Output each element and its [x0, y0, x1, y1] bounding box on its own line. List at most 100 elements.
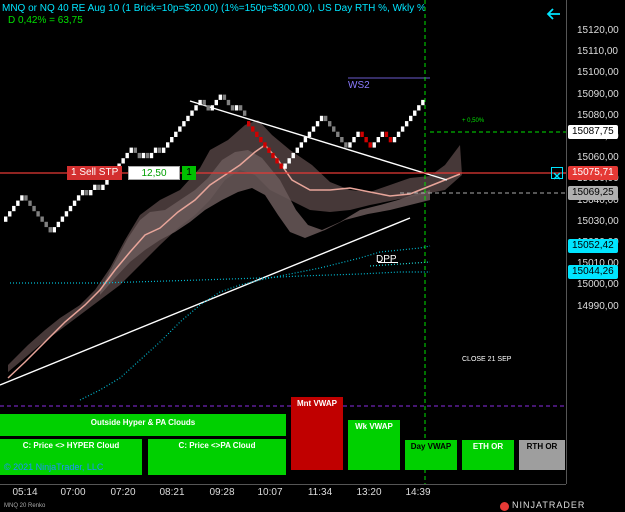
- price-tick-label: 15090,00: [577, 88, 619, 100]
- renko-brick: [190, 110, 194, 116]
- renko-brick: [332, 126, 336, 132]
- lower-trend-line[interactable]: [0, 217, 411, 386]
- time-tick-label: 08:21: [159, 487, 185, 498]
- order-qty-field[interactable]: 1: [182, 166, 196, 180]
- renko-brick: [255, 131, 259, 137]
- time-tick-label: 07:20: [110, 487, 136, 498]
- renko-brick: [392, 137, 397, 143]
- renko-brick: [206, 105, 210, 111]
- cancel-order-icon[interactable]: [551, 167, 563, 180]
- price-tick-label: 15030,00: [577, 215, 619, 227]
- renko-brick: [52, 227, 56, 233]
- time-tick-label: 09:28: [209, 487, 235, 498]
- renko-brick: [20, 195, 24, 201]
- renko-brick: [68, 205, 73, 212]
- time-tick-label: 05:14: [12, 487, 38, 498]
- renko-brick: [287, 158, 291, 164]
- eth-or-panel: ETH OR: [462, 440, 514, 470]
- renko-brick: [24, 195, 28, 201]
- renko-brick: [344, 142, 348, 148]
- renko-brick: [275, 158, 279, 164]
- renko-brick: [12, 205, 16, 212]
- renko-brick: [384, 131, 389, 137]
- day-vwap-panel: Day VWAP: [405, 440, 457, 470]
- renko-brick: [80, 190, 85, 196]
- price-plot[interactable]: [0, 0, 566, 484]
- renko-brick: [32, 205, 36, 212]
- renko-brick: [368, 142, 372, 148]
- order-price-field[interactable]: 12,50: [128, 166, 180, 180]
- renko-brick: [247, 121, 251, 127]
- ninjatrader-logo-icon: [500, 502, 509, 511]
- renko-brick: [271, 152, 275, 159]
- renko-brick: [97, 184, 101, 190]
- renko-brick: [72, 200, 77, 206]
- renko-brick: [89, 190, 93, 196]
- renko-brick: [356, 131, 360, 137]
- renko-brick: [291, 152, 295, 159]
- price-tick-label: 14990,00: [577, 300, 619, 312]
- chart-window[interactable]: MNQ or NQ 40 RE Aug 10 (1 Brick=10p=$20.…: [0, 0, 625, 512]
- renko-brick: [323, 115, 328, 122]
- renko-brick: [376, 137, 380, 143]
- sell-stop-order-button[interactable]: 1 Sell STP: [67, 166, 123, 180]
- renko-brick: [40, 216, 44, 222]
- renko-brick: [230, 105, 235, 111]
- renko-brick: [307, 131, 312, 137]
- renko-brick: [121, 158, 125, 164]
- close-date-label: CLOSE 21 SEP: [462, 356, 512, 363]
- renko-brick: [336, 131, 340, 137]
- renko-brick: [380, 131, 385, 137]
- time-axis[interactable]: 05:14 07:00 07:20 08:21 09:28 10:07 11:34 13:20…: [0, 484, 566, 501]
- weekly-vwap-dotted-line: [10, 271, 430, 284]
- renko-brick: [218, 94, 223, 100]
- renko-brick: [198, 99, 202, 106]
- renko-brick: [174, 131, 178, 137]
- renko-brick: [413, 110, 417, 116]
- renko-brick: [404, 121, 409, 127]
- renko-brick: [319, 115, 324, 122]
- monthly-vwap-panel: Mnt VWAP: [291, 397, 343, 470]
- renko-brick: [28, 200, 32, 206]
- renko-brick: [315, 121, 320, 127]
- time-tick-label: 11:34: [307, 487, 333, 498]
- renko-brick: [259, 137, 263, 143]
- time-tick-label: 07:00: [60, 487, 86, 498]
- dpp-label: DPP: [376, 254, 397, 265]
- renko-brick: [194, 105, 198, 111]
- renko-brick: [311, 126, 316, 132]
- renko-brick: [263, 142, 267, 148]
- renko-brick: [145, 152, 150, 159]
- percent-level-label: + 0,50%: [462, 118, 485, 124]
- renko-brick: [400, 126, 405, 132]
- renko-brick: [186, 115, 190, 122]
- renko-brick: [133, 147, 137, 153]
- renko-brick: [85, 190, 89, 196]
- price-tick-label: 15120,00: [577, 25, 619, 36]
- renko-brick: [44, 221, 48, 228]
- renko-brick: [56, 221, 61, 228]
- renko-brick: [129, 147, 133, 153]
- renko-brick: [161, 147, 166, 153]
- rth-or-panel: RTH OR: [519, 440, 565, 470]
- renko-brick: [222, 94, 227, 100]
- price-tick-label: 15080,00: [577, 109, 619, 121]
- price-pa-cloud-panel: C: Price <>PA Cloud: [148, 439, 286, 475]
- vwap-price-tag: 15052,42: [568, 239, 618, 253]
- renko-brick: [352, 137, 356, 143]
- renko-brick: [36, 211, 40, 217]
- renko-brick: [396, 131, 401, 137]
- weekly-vwap-panel: Wk VWAP: [348, 420, 400, 470]
- renko-brick: [348, 142, 352, 148]
- renko-brick: [8, 211, 12, 217]
- renko-brick: [295, 147, 299, 153]
- price-tick-label: 15110,00: [577, 46, 618, 58]
- renko-brick: [360, 131, 364, 137]
- renko-brick: [4, 216, 8, 222]
- renko-brick: [149, 152, 154, 159]
- time-tick-label: 14:39: [405, 487, 431, 498]
- renko-brick: [364, 137, 368, 143]
- renko-brick: [340, 137, 344, 143]
- renko-brick: [214, 99, 218, 106]
- price-tick-label: 15000,00: [577, 279, 619, 291]
